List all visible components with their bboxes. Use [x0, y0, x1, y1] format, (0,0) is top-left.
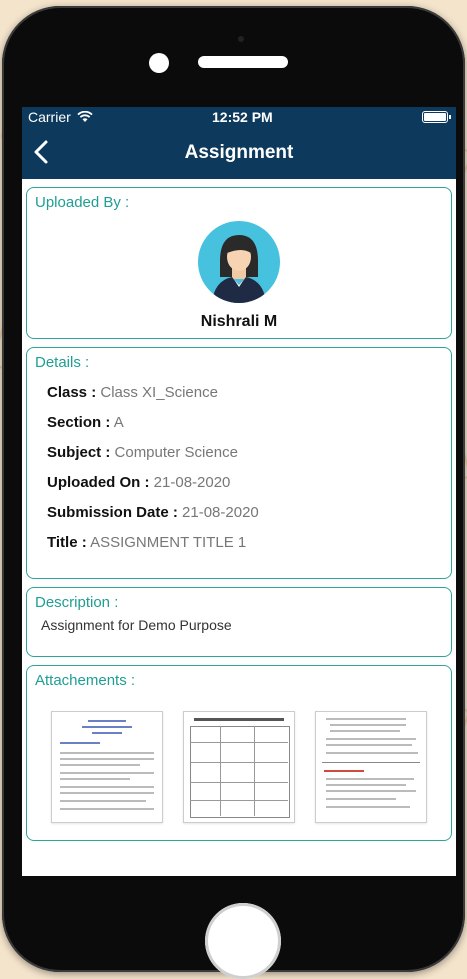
- detail-value: ASSIGNMENT TITLE 1: [90, 534, 247, 551]
- status-bar: Carrier 12:52 PM: [22, 107, 456, 127]
- detail-row-uploaded-on: Uploaded On : 21-08-2020: [47, 474, 443, 491]
- content-area: Uploaded By : Nishrali M Details : Class…: [22, 179, 456, 841]
- uploader-block: Nishrali M: [35, 217, 443, 331]
- details-heading: Details :: [35, 354, 90, 371]
- description-heading: Description :: [35, 594, 119, 611]
- detail-value: Computer Science: [114, 444, 238, 461]
- attachment-thumbnail-3[interactable]: [315, 711, 427, 823]
- detail-value: 21-08-2020: [153, 474, 231, 491]
- front-camera: [149, 53, 169, 73]
- detail-row-title: Title : ASSIGNMENT TITLE 1: [47, 534, 443, 551]
- detail-value: 21-08-2020: [182, 504, 259, 521]
- uploaded-by-card: Uploaded By : Nishrali M: [26, 187, 452, 339]
- uploaded-by-heading: Uploaded By :: [35, 194, 130, 211]
- detail-label: Section :: [47, 414, 111, 431]
- page-title: Assignment: [184, 142, 294, 163]
- attachments-card: Attachements :: [26, 665, 452, 841]
- attachment-thumbnail-2[interactable]: [183, 711, 295, 823]
- details-card: Details : Class : Class XI_Science Secti…: [26, 347, 452, 579]
- detail-label: Subject :: [47, 444, 111, 461]
- detail-label: Class :: [47, 384, 97, 401]
- detail-value: A: [113, 414, 124, 431]
- attachments-heading: Attachements :: [35, 672, 136, 689]
- detail-row-submission-date: Submission Date : 21-08-2020: [47, 504, 443, 521]
- detail-label: Uploaded On :: [47, 474, 150, 491]
- carrier-label: Carrier: [28, 109, 71, 125]
- status-time: 12:52 PM: [212, 109, 273, 125]
- proximity-sensor: [238, 36, 244, 42]
- detail-row-class: Class : Class XI_Science: [47, 384, 443, 401]
- title-bar: Assignment: [22, 127, 456, 179]
- uploader-name: Nishrali M: [200, 313, 278, 330]
- attachment-thumbnail-1[interactable]: [51, 711, 163, 823]
- app-screen: Carrier 12:52 PM Assignment Uploaded By …: [22, 107, 456, 876]
- detail-row-subject: Subject : Computer Science: [47, 444, 443, 461]
- description-card: Description : Assignment for Demo Purpos…: [26, 587, 452, 657]
- battery-icon: [422, 111, 451, 123]
- detail-label: Title :: [47, 534, 87, 551]
- attachments-list: [35, 695, 443, 835]
- carrier-group: Carrier: [28, 109, 93, 125]
- avatar: [198, 221, 280, 303]
- detail-value: Class XI_Science: [100, 384, 218, 401]
- earpiece-speaker: [198, 56, 288, 68]
- detail-row-section: Section : A: [47, 414, 443, 431]
- back-arrow-icon[interactable]: [30, 139, 54, 165]
- detail-label: Submission Date :: [47, 504, 178, 521]
- home-button[interactable]: [205, 903, 281, 979]
- table-grid: [190, 726, 290, 818]
- navigation-bar: Carrier 12:52 PM Assignment: [22, 107, 456, 179]
- description-text: Assignment for Demo Purpose: [41, 617, 232, 633]
- wifi-icon: [77, 111, 93, 122]
- user-avatar-icon: [212, 235, 266, 303]
